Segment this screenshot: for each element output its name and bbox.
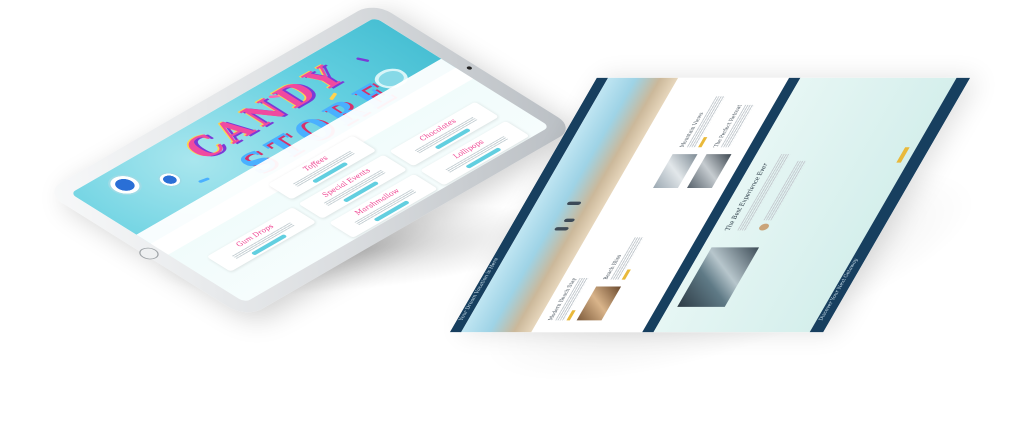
person-figure-icon [563,218,576,222]
avatar [757,223,771,231]
sprinkle-icon [198,177,211,184]
testimonial-text [763,160,807,221]
candy-bowl-icon [100,170,149,199]
person-figure-icon [566,201,582,205]
sprinkle-icon [356,57,370,63]
person-figure-icon [553,227,570,231]
candy-bowl-icon [153,169,187,190]
camera-dot [465,65,474,71]
